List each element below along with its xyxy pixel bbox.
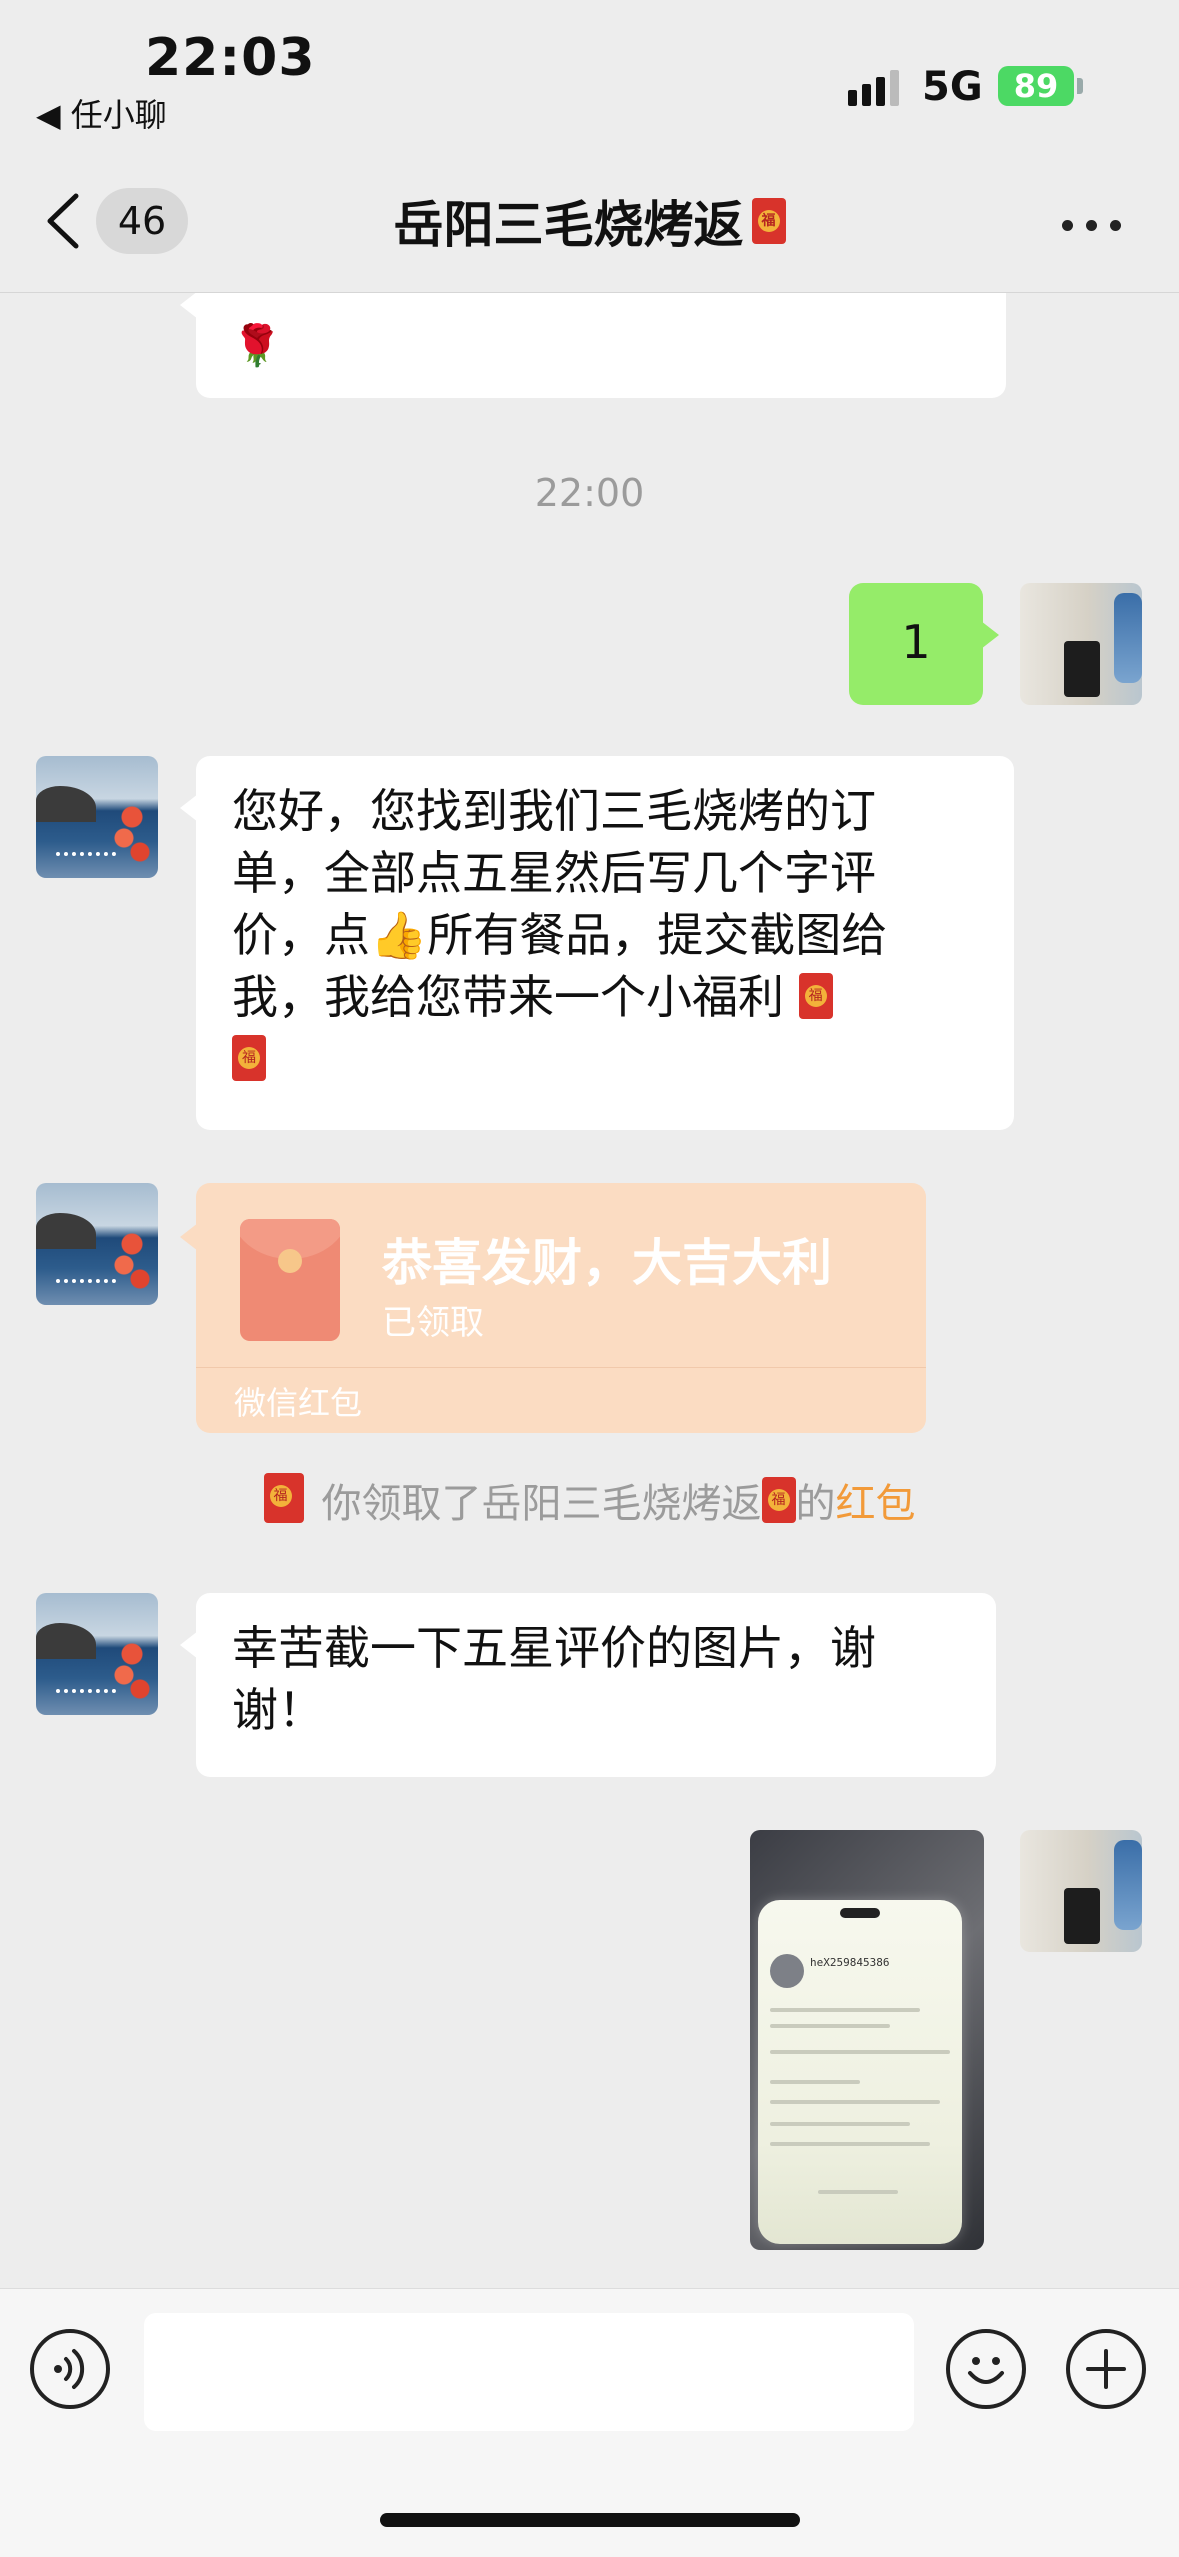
rose-emoji-icon: 🌹 bbox=[232, 323, 282, 369]
sent-image-message[interactable]: heX259845386 bbox=[750, 1830, 984, 2250]
plus-icon bbox=[1086, 2349, 1126, 2389]
more-options-icon[interactable] bbox=[1062, 220, 1122, 232]
red-packet-footer-label: 微信红包 bbox=[234, 1384, 363, 1422]
contact-avatar[interactable] bbox=[36, 1593, 158, 1715]
home-indicator bbox=[380, 2513, 800, 2527]
input-bar bbox=[0, 2288, 1179, 2557]
chat-title-text: 岳阳三毛烧烤返 bbox=[393, 196, 744, 254]
message-line bbox=[232, 1028, 978, 1090]
red-packet-card[interactable]: 恭喜发财，大吉大利 已领取 微信红包 bbox=[180, 1183, 926, 1434]
contact-avatar[interactable] bbox=[36, 756, 158, 878]
message-line: 单，全部点五星然后写几个字评 bbox=[232, 846, 876, 900]
signal-icon bbox=[848, 70, 899, 106]
message-line: 您好，您找到我们三毛烧烤的订 bbox=[232, 784, 876, 838]
voice-input-button[interactable] bbox=[30, 2329, 110, 2409]
message-line: 价，点👍所有餐品，提交截图给 bbox=[232, 908, 888, 962]
more-actions-button[interactable] bbox=[1066, 2329, 1146, 2409]
message-timestamp: 22:00 bbox=[534, 471, 645, 515]
contact-avatar[interactable] bbox=[36, 1183, 158, 1305]
my-avatar[interactable] bbox=[1020, 583, 1142, 705]
message-bubble-partial[interactable]: 🌹 bbox=[180, 293, 1006, 398]
battery-cap bbox=[1077, 78, 1083, 94]
red-envelope-icon bbox=[263, 1473, 304, 1523]
emoji-button[interactable] bbox=[946, 2329, 1026, 2409]
my-avatar[interactable] bbox=[1020, 1830, 1142, 1952]
red-packet-footer: 微信红包 bbox=[196, 1367, 926, 1434]
red-envelope-emoji-icon bbox=[751, 198, 786, 244]
smiley-icon bbox=[968, 2357, 1004, 2384]
message-text: 1 bbox=[901, 615, 931, 669]
message-bubble-sent[interactable]: 1 bbox=[849, 583, 999, 705]
message-line: 谢！ bbox=[232, 1683, 324, 1737]
message-input[interactable] bbox=[144, 2313, 914, 2431]
status-bar: 22:03 ◀ 任小聊 5G 89 bbox=[0, 0, 1179, 150]
unread-count-badge[interactable]: 46 bbox=[96, 188, 188, 254]
message-bubble-received[interactable]: 您好，您找到我们三毛烧烤的订 单，全部点五星然后写几个字评 价，点👍所有餐品，提… bbox=[180, 756, 1014, 1130]
message-bubble-received[interactable]: 幸苦截一下五星评价的图片，谢 谢！ bbox=[180, 1593, 996, 1777]
battery-icon: 89 bbox=[998, 66, 1074, 106]
message-list[interactable]: 🌹 22:00 1 您好，您找到我们三毛烧烤的订 单，全部点五星然后写几个字评 … bbox=[0, 293, 1179, 2288]
system-message: 你领取了岳阳三毛烧烤返的红包 bbox=[0, 1471, 1179, 1529]
red-packet-status: 已领取 bbox=[382, 1303, 484, 1343]
red-envelope-emoji-icon bbox=[798, 973, 833, 1019]
message-line: 幸苦截一下五星评价的图片，谢 bbox=[232, 1621, 876, 1675]
red-packet-icon bbox=[240, 1219, 340, 1341]
phone-screenshot: heX259845386 bbox=[758, 1900, 962, 2244]
red-packet-title: 恭喜发财，大吉大利 bbox=[382, 1234, 832, 1292]
red-envelope-emoji-icon bbox=[232, 1035, 266, 1081]
back-to-app-link[interactable]: ◀ 任小聊 bbox=[36, 90, 167, 136]
back-chevron-icon[interactable] bbox=[44, 192, 84, 250]
status-time: 22:03 bbox=[145, 28, 316, 88]
network-type: 5G bbox=[922, 64, 983, 110]
red-packet-link[interactable]: 红包 bbox=[836, 1481, 916, 1527]
system-message-text: 你领取了岳阳三毛烧烤返 bbox=[321, 1481, 762, 1527]
message-line: 我，我给您带来一个小福利 bbox=[232, 966, 978, 1028]
voice-icon bbox=[54, 2349, 85, 2389]
chat-header: 岳阳三毛烧烤返 46 bbox=[0, 150, 1179, 293]
red-envelope-emoji-icon bbox=[761, 1477, 796, 1523]
thumbs-up-emoji-icon: 👍 bbox=[370, 908, 428, 962]
